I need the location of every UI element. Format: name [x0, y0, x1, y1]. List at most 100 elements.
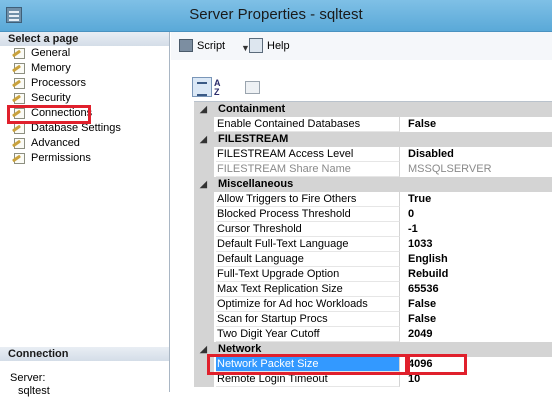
page-wrench-icon	[11, 78, 26, 89]
property-name: Default Language	[216, 252, 400, 267]
row-gutter	[194, 237, 214, 252]
collapse-toggle-icon[interactable]: ◢	[200, 102, 207, 117]
property-value[interactable]: False	[408, 117, 436, 132]
script-button[interactable]: Script ▼	[179, 38, 250, 54]
category-name: Miscellaneous	[218, 178, 294, 190]
connection-header: Connection	[0, 347, 169, 361]
categorized-icon[interactable]	[192, 77, 212, 97]
property-row[interactable]: Default Full-Text Language 1033	[194, 237, 552, 252]
title-bar: Server Properties - sqltest	[0, 0, 552, 32]
row-gutter	[194, 117, 214, 132]
property-row[interactable]: Allow Triggers to Fire Others True	[194, 192, 552, 207]
row-gutter	[194, 147, 214, 162]
property-row[interactable]: Scan for Startup Procs False	[194, 312, 552, 327]
property-value[interactable]: 65536	[408, 282, 439, 297]
network-packet-size-highlight-box	[207, 354, 410, 375]
property-value[interactable]: 0	[408, 207, 414, 222]
category-row[interactable]: ◢ Containment	[194, 102, 552, 117]
collapse-toggle-icon[interactable]: ◢	[200, 132, 207, 147]
page-item-security[interactable]: Security	[0, 91, 169, 106]
property-grid: ◢ Containment Enable Contained Databases Fa…	[194, 101, 552, 392]
server-value: sqltest	[18, 385, 50, 397]
property-name: Scan for Startup Procs	[216, 312, 400, 327]
script-label: Script	[197, 40, 226, 52]
property-value[interactable]: MSSQLSERVER	[408, 162, 492, 177]
row-gutter	[194, 222, 214, 237]
alphabetical-sort-icon[interactable]: AZ	[214, 77, 234, 97]
property-row[interactable]: FILESTREAM Share Name MSSQLSERVER	[194, 162, 552, 177]
category-row[interactable]: ◢ Miscellaneous	[194, 177, 552, 192]
property-row[interactable]: Default Language English	[194, 252, 552, 267]
property-name: Enable Contained Databases	[216, 117, 400, 132]
property-row[interactable]: Enable Contained Databases False	[194, 117, 552, 132]
network-packet-size-value-highlight-box	[405, 354, 467, 375]
script-icon	[179, 39, 193, 52]
page-wrench-icon	[11, 138, 26, 149]
row-gutter	[194, 297, 214, 312]
page-item-processors[interactable]: Processors	[0, 76, 169, 91]
property-name: FILESTREAM Share Name	[216, 162, 400, 177]
property-name: Cursor Threshold	[216, 222, 400, 237]
page-wrench-icon	[11, 123, 26, 134]
server-label: Server:	[10, 372, 46, 384]
row-gutter	[194, 192, 214, 207]
property-name: Allow Triggers to Fire Others	[216, 192, 400, 207]
property-name: Blocked Process Threshold	[216, 207, 400, 222]
property-name: Full-Text Upgrade Option	[216, 267, 400, 282]
category-name: FILESTREAM	[218, 133, 289, 145]
property-value[interactable]: 1033	[408, 237, 432, 252]
property-name: Two Digit Year Cutoff	[216, 327, 400, 342]
property-name: Default Full-Text Language	[216, 237, 400, 252]
collapse-toggle-icon[interactable]: ◢	[200, 177, 207, 192]
property-row[interactable]: Full-Text Upgrade Option Rebuild	[194, 267, 552, 282]
page-item-label: Security	[31, 92, 71, 104]
property-row[interactable]: FILESTREAM Access Level Disabled	[194, 147, 552, 162]
window-title: Server Properties - sqltest	[189, 6, 363, 23]
property-pages-icon[interactable]	[242, 77, 262, 97]
property-value[interactable]: True	[408, 192, 431, 207]
property-row[interactable]: Cursor Threshold -1	[194, 222, 552, 237]
help-button[interactable]: Help	[249, 38, 290, 54]
property-value[interactable]: Rebuild	[408, 267, 448, 282]
property-row[interactable]: Two Digit Year Cutoff 2049	[194, 327, 552, 342]
row-gutter	[194, 267, 214, 282]
page-item-advanced[interactable]: Advanced	[0, 136, 169, 151]
row-gutter	[194, 327, 214, 342]
row-gutter	[194, 312, 214, 327]
page-wrench-icon	[11, 63, 26, 74]
property-row[interactable]: Blocked Process Threshold 0	[194, 207, 552, 222]
row-gutter	[194, 162, 214, 177]
property-value[interactable]: -1	[408, 222, 418, 237]
page-item-label: General	[31, 47, 71, 59]
page-wrench-icon	[11, 153, 26, 164]
property-value[interactable]: 2049	[408, 327, 432, 342]
property-name: FILESTREAM Access Level	[216, 147, 400, 162]
property-value[interactable]: False	[408, 297, 436, 312]
page-item-label: Permissions	[31, 152, 91, 164]
property-row[interactable]: Optimize for Ad hoc Workloads False	[194, 297, 552, 312]
select-page-pane: Select a page General Memory Processors …	[0, 32, 170, 397]
property-value[interactable]: English	[408, 252, 448, 267]
page-wrench-icon	[11, 93, 26, 104]
advanced-highlight-box	[7, 105, 91, 124]
page-item-general[interactable]: General	[0, 46, 169, 61]
collapse-toggle-icon[interactable]: ◢	[200, 342, 207, 357]
property-name: Max Text Replication Size	[216, 282, 400, 297]
category-name: Containment	[218, 103, 286, 115]
category-row[interactable]: ◢ FILESTREAM	[194, 132, 552, 147]
page-item-label: Processors	[31, 77, 87, 89]
help-icon	[249, 38, 263, 53]
page-item-permissions[interactable]: Permissions	[0, 151, 169, 166]
row-gutter	[194, 207, 214, 222]
page-wrench-icon	[11, 48, 26, 59]
property-value[interactable]: Disabled	[408, 147, 454, 162]
page-item-memory[interactable]: Memory	[0, 61, 169, 76]
help-label: Help	[267, 40, 290, 52]
row-gutter	[194, 282, 214, 297]
row-gutter	[194, 252, 214, 267]
page-item-label: Memory	[31, 62, 71, 74]
property-row[interactable]: Max Text Replication Size 65536	[194, 282, 552, 297]
select-page-header: Select a page	[0, 32, 169, 46]
property-name: Optimize for Ad hoc Workloads	[216, 297, 400, 312]
property-value[interactable]: False	[408, 312, 436, 327]
